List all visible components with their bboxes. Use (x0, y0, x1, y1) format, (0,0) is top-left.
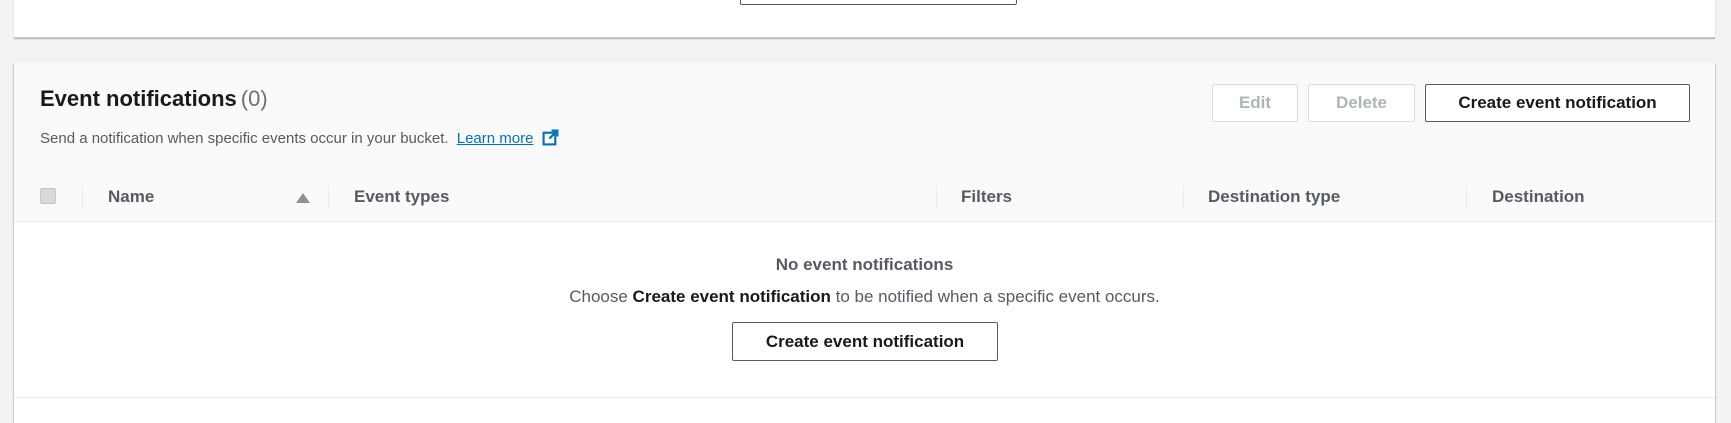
create-event-notification-button[interactable]: Create event notification (1425, 84, 1690, 122)
learn-more-link[interactable]: Learn more (457, 130, 534, 147)
column-header-destination-type[interactable]: Destination type (1208, 187, 1340, 207)
title-count: (0) (240, 86, 268, 111)
column-header-event-types[interactable]: Event types (354, 187, 449, 207)
sort-ascending-icon[interactable] (296, 190, 310, 208)
column-divider (82, 185, 83, 209)
select-all-checkbox[interactable] (40, 188, 56, 204)
column-header-name[interactable]: Name (108, 187, 154, 207)
description-text: Send a notification when specific events… (40, 130, 449, 147)
column-header-filters[interactable]: Filters (961, 187, 1012, 207)
empty-desc-suffix: to be notified when a specific event occ… (830, 287, 1160, 306)
column-divider (1466, 185, 1467, 209)
title-text: Event notifications (40, 86, 237, 111)
table-header: Name Event types Filters Destination typ… (14, 173, 1715, 222)
empty-state-create-button[interactable]: Create event notification (732, 322, 998, 361)
delete-button[interactable]: Delete (1308, 84, 1415, 122)
previous-section-button[interactable] (740, 0, 1017, 5)
column-divider (328, 185, 329, 209)
table-footer-divider (14, 397, 1715, 398)
column-header-destination[interactable]: Destination (1492, 187, 1585, 207)
previous-section-panel (14, 0, 1715, 38)
page-title: Event notifications (0) (40, 86, 268, 112)
panel-description: Send a notification when specific events… (40, 129, 559, 150)
empty-desc-prefix: Choose (569, 287, 633, 306)
event-notifications-panel: Event notifications (0) Send a notificati… (14, 63, 1715, 423)
empty-state-title: No event notifications (775, 255, 954, 274)
panel-header: Event notifications (0) Send a notificati… (14, 63, 1715, 174)
empty-desc-bold: Create event notification (632, 287, 831, 306)
edit-button[interactable]: Edit (1212, 84, 1298, 122)
empty-state-description: Choose Create event notification to be n… (14, 287, 1715, 307)
column-divider (1183, 185, 1184, 209)
column-divider (936, 185, 937, 209)
external-link-icon[interactable] (542, 129, 559, 150)
